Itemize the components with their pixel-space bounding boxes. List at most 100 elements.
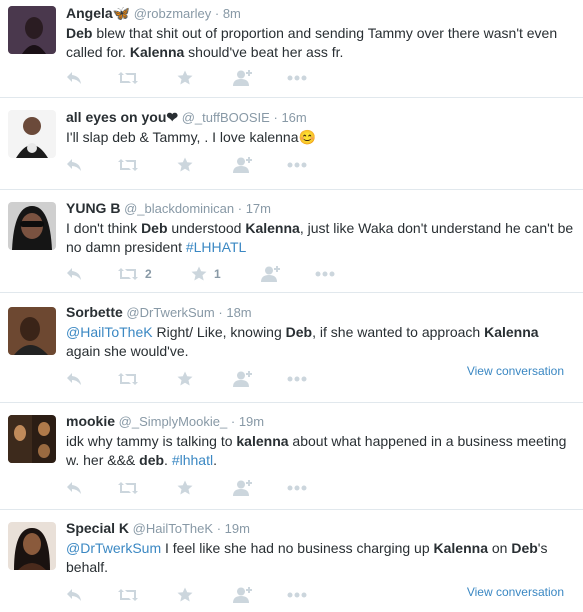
avatar[interactable] — [8, 307, 56, 355]
keyword-highlight: Deb — [285, 324, 313, 340]
keyword-highlight: Deb — [141, 220, 168, 236]
display-name[interactable]: YUNG B — [66, 200, 120, 216]
username[interactable]: @HailToTheK — [133, 521, 213, 536]
avatar[interactable] — [8, 6, 56, 54]
avatar[interactable] — [8, 522, 56, 570]
reply-icon[interactable] — [66, 479, 82, 497]
avatar[interactable] — [8, 110, 56, 158]
username[interactable]: @_tuffBOOSIE — [182, 110, 270, 125]
display-name[interactable]: mookie — [66, 413, 115, 429]
separator-dot: · — [273, 110, 278, 125]
tweet[interactable]: mookie @_SimplyMookie_ · 19m idk why tam… — [0, 403, 583, 510]
text-segment: . — [213, 452, 217, 468]
hashtag-link[interactable]: #lhhatl — [172, 452, 213, 468]
text-segment: on — [487, 540, 512, 556]
display-name[interactable]: Angela🦋 — [66, 5, 130, 21]
follow-icon[interactable] — [232, 370, 252, 388]
more-icon[interactable] — [287, 156, 307, 174]
tweet-timeline: Angela🦋 @robzmarley · 8m Deb blew that s… — [0, 0, 583, 612]
follow-icon[interactable] — [232, 479, 252, 497]
mention-link[interactable]: @DrTwerkSum — [66, 540, 161, 556]
text-segment: Right/ Like, knowing — [152, 324, 286, 340]
tweet[interactable]: YUNG B @_blackdominican · 17m I don't th… — [0, 190, 583, 293]
favorite-icon[interactable] — [177, 156, 200, 174]
retweet-icon[interactable] — [118, 156, 145, 174]
follow-icon[interactable] — [232, 586, 252, 604]
keyword-highlight: Kalenna — [245, 220, 300, 236]
text-segment: I don't think — [66, 220, 142, 236]
username[interactable]: @DrTwerkSum — [126, 305, 214, 320]
favorite-icon[interactable]: 1 — [191, 265, 221, 283]
retweet-icon[interactable] — [118, 370, 145, 388]
separator-dot: · — [218, 305, 223, 320]
timestamp[interactable]: 8m — [223, 6, 241, 21]
text-segment: I feel like she had no business charging… — [161, 540, 434, 556]
hashtag-link[interactable]: #LHHATL — [186, 239, 246, 255]
tweet-actions: 2 1 — [66, 265, 575, 283]
more-icon[interactable] — [315, 265, 335, 283]
retweet-count: 2 — [145, 267, 152, 281]
separator-dot: · — [237, 201, 243, 216]
tweet-header: Special K @HailToTheK · 19m — [66, 519, 575, 538]
keyword-highlight: Kalenna — [484, 324, 539, 340]
tweet[interactable]: Special K @HailToTheK · 19m @DrTwerkSum … — [0, 510, 583, 612]
username[interactable]: @_blackdominican — [124, 201, 234, 216]
favorite-icon[interactable] — [177, 479, 200, 497]
text-segment: . — [164, 452, 172, 468]
favorite-icon[interactable] — [177, 586, 200, 604]
tweet-header: mookie @_SimplyMookie_ · 19m — [66, 412, 575, 431]
view-conversation-link[interactable]: View conversation — [467, 584, 564, 600]
display-name[interactable]: all eyes on you❤ — [66, 109, 178, 125]
favorite-icon[interactable] — [177, 69, 200, 87]
favorite-icon[interactable] — [177, 370, 200, 388]
tweet-header: YUNG B @_blackdominican · 17m — [66, 199, 575, 218]
timestamp[interactable]: 19m — [239, 414, 264, 429]
tweet-header: Angela🦋 @robzmarley · 8m — [66, 4, 575, 23]
more-icon[interactable] — [287, 586, 307, 604]
tweet-text: I don't think Deb understood Kalenna, ju… — [66, 219, 575, 257]
retweet-icon[interactable] — [118, 479, 145, 497]
reply-icon[interactable] — [66, 156, 82, 174]
avatar[interactable] — [8, 202, 56, 250]
keyword-highlight: Deb — [511, 540, 538, 556]
text-segment: should've beat her ass fr. — [184, 44, 344, 60]
more-icon[interactable] — [287, 479, 307, 497]
tweet-actions — [66, 156, 575, 174]
text-segment: understood — [167, 220, 246, 236]
follow-icon[interactable] — [232, 156, 252, 174]
avatar[interactable] — [8, 415, 56, 463]
more-icon[interactable] — [287, 370, 307, 388]
tweet-header: all eyes on you❤ @_tuffBOOSIE · 16m — [66, 108, 575, 127]
reply-icon[interactable] — [66, 265, 82, 283]
tweet[interactable]: Sorbette @DrTwerkSum · 18m @HailToTheK R… — [0, 293, 583, 403]
timestamp[interactable]: 17m — [246, 201, 271, 216]
reply-icon[interactable] — [66, 69, 82, 87]
tweet-text: Deb blew that shit out of proportion and… — [66, 24, 575, 62]
follow-icon[interactable] — [260, 265, 280, 283]
username[interactable]: @_SimplyMookie_ — [119, 414, 228, 429]
timestamp[interactable]: 16m — [281, 110, 306, 125]
text-segment: again she would've. — [66, 343, 189, 359]
view-conversation-link[interactable]: View conversation — [467, 363, 564, 379]
timestamp[interactable]: 18m — [226, 305, 251, 320]
mention-link[interactable]: @HailToTheK — [66, 324, 153, 340]
timestamp[interactable]: 19m — [225, 521, 250, 536]
display-name[interactable]: Special K — [66, 520, 129, 536]
tweet-actions: View conversation — [66, 364, 575, 388]
follow-icon[interactable] — [232, 69, 252, 87]
separator-dot: · — [214, 6, 220, 21]
text-segment: , if she wanted to approach — [312, 324, 485, 340]
retweet-icon[interactable] — [118, 586, 145, 604]
more-icon[interactable] — [287, 69, 307, 87]
tweet[interactable]: Angela🦋 @robzmarley · 8m Deb blew that s… — [0, 0, 583, 98]
retweet-icon[interactable] — [118, 69, 145, 87]
keyword-highlight: kalenna — [236, 433, 289, 449]
reply-icon[interactable] — [66, 370, 82, 388]
reply-icon[interactable] — [66, 586, 82, 604]
retweet-icon[interactable]: 2 — [118, 265, 152, 283]
separator-dot: · — [230, 414, 236, 429]
username[interactable]: @robzmarley — [134, 6, 212, 21]
display-name[interactable]: Sorbette — [66, 304, 123, 320]
text-segment: I'll slap deb & Tammy, . I love kalenna😊 — [66, 129, 316, 145]
tweet[interactable]: all eyes on you❤ @_tuffBOOSIE · 16m I'll… — [0, 98, 583, 190]
